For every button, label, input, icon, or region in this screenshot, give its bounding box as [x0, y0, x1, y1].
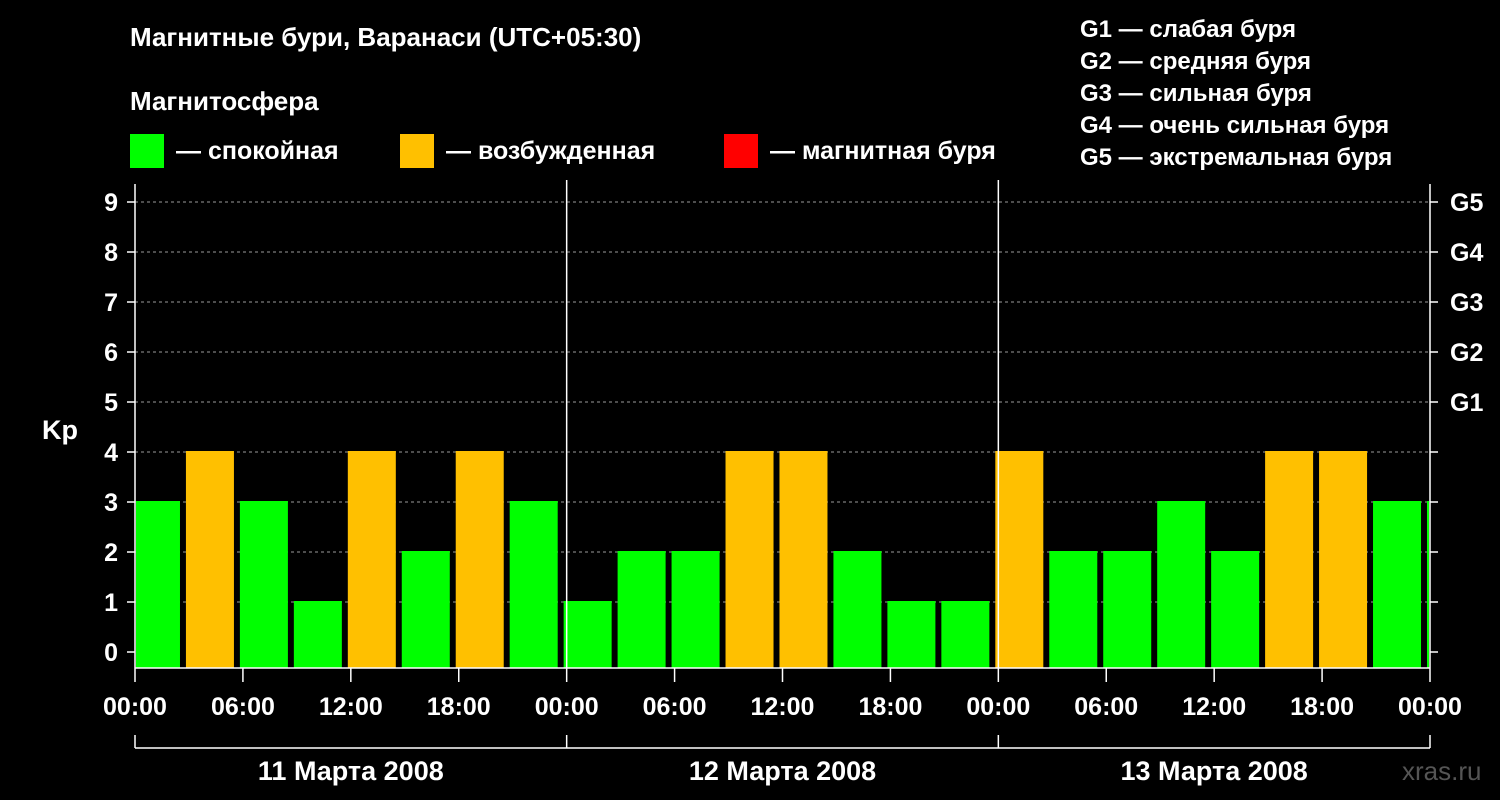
kp-bar: [1265, 451, 1314, 668]
y-tick-label: 1: [104, 589, 118, 617]
g-scale-legend: G1 — слабая буря G2 — средняя буря G3 — …: [1080, 14, 1392, 174]
kp-bar: [995, 451, 1044, 668]
legend-label-storm: — магнитная буря: [770, 136, 996, 165]
kp-bar: [671, 551, 720, 668]
x-tick-label: 00:00: [535, 693, 599, 721]
x-tick-label: 18:00: [427, 693, 491, 721]
x-tick-label: 12:00: [1182, 693, 1246, 721]
legend-swatch-storm: [724, 134, 758, 168]
y-tick-label: 2: [104, 539, 118, 567]
x-tick-label: 00:00: [1398, 693, 1462, 721]
kp-bar: [887, 601, 936, 668]
kp-bar: [136, 501, 180, 668]
g-level-label: G1: [1450, 389, 1483, 417]
watermark: xras.ru: [1402, 756, 1482, 786]
kp-bar: [347, 451, 396, 668]
g-level-label: G5: [1450, 189, 1483, 217]
chart-title: Магнитные бури, Варанаси (UTC+05:30): [130, 22, 642, 52]
y-tick-label: 4: [104, 439, 118, 467]
x-tick-label: 18:00: [1290, 693, 1354, 721]
day-label: 13 Марта 2008: [1121, 756, 1308, 786]
y-tick-label: 0: [104, 639, 118, 667]
kp-bar: [239, 501, 288, 668]
g-level-label: G2: [1450, 339, 1483, 367]
x-tick-label: 12:00: [319, 693, 383, 721]
kp-bar: [833, 551, 882, 668]
y-axis-label: Kp: [42, 415, 78, 445]
legend-swatch-quiet: [130, 134, 164, 168]
y-tick-label: 9: [104, 189, 118, 217]
kp-bar: [779, 451, 828, 668]
kp-bar: [941, 601, 990, 668]
x-tick-label: 06:00: [643, 693, 707, 721]
kp-bar: [1103, 551, 1152, 668]
g-scale-item: G4 — очень сильная буря: [1080, 112, 1390, 139]
kp-bar: [1211, 551, 1260, 668]
kp-bar: [293, 601, 342, 668]
kp-bar: [725, 451, 774, 668]
day-label: 12 Марта 2008: [689, 756, 876, 786]
legend-heading: Магнитосфера: [130, 86, 319, 116]
x-tick-label: 18:00: [858, 693, 922, 721]
y-tick-label: 5: [104, 389, 118, 417]
y-tick-label: 8: [104, 239, 118, 267]
y-tick-label: 6: [104, 339, 118, 367]
kp-bar: [455, 451, 504, 668]
kp-bar: [509, 501, 558, 668]
x-tick-label: 00:00: [103, 693, 167, 721]
kp-bar: [1319, 451, 1368, 668]
kp-bar: [1049, 551, 1098, 668]
kp-bar: [1373, 501, 1422, 668]
kp-bar: [1157, 501, 1206, 668]
kp-bar: [401, 551, 450, 668]
y-tick-label: 3: [104, 489, 118, 517]
legend-label-active: — возбужденная: [446, 136, 656, 165]
x-tick-label: 12:00: [751, 693, 815, 721]
g-level-label: G4: [1450, 239, 1483, 267]
kp-bar: [617, 551, 666, 668]
g-scale-item: G1 — слабая буря: [1080, 16, 1297, 43]
x-tick-label: 00:00: [966, 693, 1030, 721]
legend-swatch-active: [400, 134, 434, 168]
g-scale-item: G2 — средняя буря: [1080, 48, 1311, 75]
day-label: 11 Марта 2008: [258, 756, 444, 786]
g-level-label: G3: [1450, 289, 1483, 317]
legend-item-quiet: — спокойная: [130, 134, 339, 168]
y-tick-label: 7: [104, 289, 118, 317]
legend-item-storm: — магнитная буря: [724, 134, 996, 168]
x-tick-label: 06:00: [1074, 693, 1138, 721]
kp-bar: [563, 601, 612, 668]
kp-bar: [185, 451, 234, 668]
kp-bar: [1426, 501, 1429, 668]
g-scale-item: G3 — сильная буря: [1080, 80, 1312, 107]
legend-item-active: — возбужденная: [400, 134, 655, 168]
legend-label-quiet: — спокойная: [176, 136, 339, 165]
g-scale-item: G5 — экстремальная буря: [1080, 144, 1393, 171]
x-tick-label: 06:00: [211, 693, 275, 721]
